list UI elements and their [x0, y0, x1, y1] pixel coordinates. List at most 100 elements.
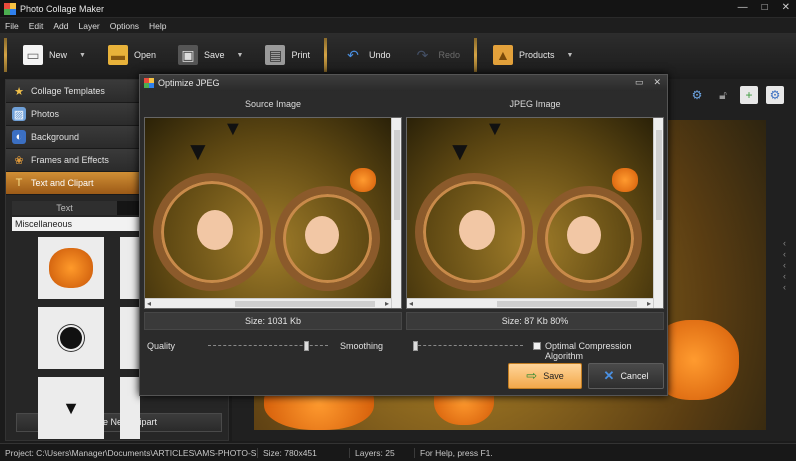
- cancel-x-icon: ✕: [603, 368, 615, 383]
- redo-button[interactable]: ↷ Redo: [400, 33, 470, 77]
- menu-add[interactable]: Add: [53, 21, 68, 31]
- floppy-disk-icon: ▣: [177, 45, 198, 65]
- chevron-down-icon[interactable]: ▼: [237, 52, 244, 59]
- close-button[interactable]: ✕: [782, 2, 790, 13]
- clipart-item[interactable]: [120, 377, 140, 439]
- bat-icon: ▼: [185, 136, 211, 166]
- smoothing-label: Smoothing: [340, 341, 384, 351]
- clipart-item[interactable]: [120, 237, 140, 299]
- smoothing-slider-thumb[interactable]: [413, 341, 418, 351]
- status-bar: Project: C:\Users\Manager\Documents\ARTI…: [0, 443, 796, 461]
- jpeg-photo: ▼ ▼: [407, 118, 653, 298]
- cancel-button[interactable]: ✕ Cancel: [588, 363, 664, 389]
- clipart-item[interactable]: [120, 307, 140, 369]
- menu-help[interactable]: Help: [149, 21, 166, 31]
- new-button[interactable]: ▭ New ▼: [11, 33, 96, 77]
- new-document-icon: ▭: [23, 45, 43, 65]
- save-button[interactable]: ⇨ Save: [508, 363, 582, 389]
- menu-edit[interactable]: Edit: [29, 21, 44, 31]
- quality-label: Quality: [147, 341, 176, 351]
- source-vscroll[interactable]: [391, 118, 401, 308]
- minimize-button[interactable]: —: [738, 2, 748, 13]
- quality-slider-thumb[interactable]: [304, 341, 309, 351]
- source-photo: ▼ ▼: [145, 118, 391, 298]
- app-logo-icon: [144, 78, 154, 88]
- status-help: For Help, press F1.: [420, 447, 493, 458]
- clipart-spider[interactable]: [38, 307, 104, 369]
- redo-label: Redo: [438, 50, 460, 60]
- menu-file[interactable]: File: [5, 21, 19, 31]
- undo-arrow-icon: ↶: [347, 46, 359, 63]
- jpeg-hscroll[interactable]: ◂ ▸: [407, 298, 653, 308]
- dialog-maximize-icon[interactable]: ▭: [635, 77, 644, 88]
- products-label: Products: [518, 50, 555, 60]
- new-label: New: [49, 50, 68, 60]
- lock-icon[interactable]: 🔓︎: [714, 86, 732, 104]
- text-clipart-icon: T: [15, 177, 23, 189]
- sidebar-item-label: Text and Clipart: [31, 178, 94, 188]
- add-page-icon[interactable]: +: [740, 86, 758, 104]
- settings-gear-icon[interactable]: ⚙: [688, 86, 706, 104]
- tab-text[interactable]: Text: [12, 201, 117, 215]
- chevron-down-icon[interactable]: ▼: [567, 52, 574, 59]
- dialog-title-bar: Optimize JPEG: [140, 75, 667, 91]
- bat-icon: ▼: [223, 118, 243, 140]
- jpeg-image-preview[interactable]: ▼ ▼ ◂ ▸: [406, 117, 664, 309]
- jpeg-vscroll[interactable]: [653, 118, 663, 308]
- save-toolbar-label: Save: [203, 50, 225, 60]
- child-face: [567, 216, 601, 254]
- child-face: [459, 210, 495, 250]
- toolbar-separator: [4, 38, 7, 72]
- optimize-jpeg-dialog: Optimize JPEG ▭ ✕ Source Image JPEG Imag…: [139, 74, 668, 396]
- menu-options[interactable]: Options: [110, 21, 139, 31]
- frames-icon: ❀: [14, 154, 24, 167]
- save-button-label: Save: [543, 371, 564, 381]
- sidebar-item-label: Frames and Effects: [31, 155, 109, 165]
- bat-icon: ▼: [485, 118, 505, 140]
- photos-icon: ▨: [12, 107, 26, 121]
- print-label: Print: [291, 50, 310, 60]
- source-image-preview[interactable]: ▼ ▼ ◂ ▸: [144, 117, 402, 309]
- options-row: Quality Smoothing Optimal Compression Al…: [140, 340, 669, 361]
- toolbar-separator: [473, 38, 477, 72]
- sidebar-item-label: Photos: [31, 109, 60, 119]
- source-size-readout: Size: 1031 Kb: [144, 312, 402, 330]
- app-logo-icon: [4, 2, 16, 15]
- app-title: Photo Collage Maker: [20, 3, 105, 14]
- optimal-compression-checkbox[interactable]: [533, 342, 541, 350]
- source-hscroll[interactable]: ◂ ▸: [145, 298, 391, 308]
- maximize-button[interactable]: □: [762, 2, 768, 13]
- folder-icon: ▬: [107, 45, 128, 65]
- jpeg-size-readout: Size: 87 Kb 80%: [406, 312, 664, 330]
- page-settings-icon[interactable]: ⚙: [766, 86, 784, 104]
- printer-icon: ▤: [265, 45, 286, 65]
- undo-button[interactable]: ↶ Undo: [331, 33, 401, 77]
- pumpkin-icon: [350, 168, 376, 192]
- dialog-close-icon[interactable]: ✕: [653, 77, 661, 88]
- optimal-compression-label: Optimal Compression Algorithm: [545, 341, 632, 361]
- workspace-tools: ⚙ 🔓︎ + ⚙: [688, 86, 784, 104]
- smoothing-slider[interactable]: [413, 341, 523, 351]
- clipart-bat[interactable]: ▼: [38, 377, 104, 439]
- products-shirt-icon: ▲: [492, 45, 513, 65]
- menu-layer[interactable]: Layer: [78, 21, 99, 31]
- quality-slider[interactable]: [208, 341, 328, 351]
- menu-bar: File Edit Add Layer Options Help: [0, 18, 796, 33]
- open-button[interactable]: ▬ Open: [96, 33, 166, 77]
- print-button[interactable]: ▤ Print: [253, 33, 320, 77]
- open-label: Open: [133, 50, 156, 60]
- save-toolbar-button[interactable]: ▣ Save ▼: [166, 33, 253, 77]
- sidebar-item-label: Background: [31, 132, 80, 142]
- chevron-down-icon[interactable]: ▼: [79, 52, 86, 59]
- main-toolbar: ▭ New ▼ ▬ Open ▣ Save ▼ ▤ Print ↶ Undo ↷…: [0, 33, 796, 77]
- child-face: [305, 216, 339, 254]
- scroll-arrows[interactable]: ‹ ‹ ‹ ‹ ‹: [783, 238, 786, 293]
- toolbar-separator: [323, 38, 327, 72]
- pumpkin-icon: [612, 168, 638, 192]
- sidebar-item-label: Collage Templates: [31, 86, 105, 96]
- redo-arrow-icon: ↷: [416, 46, 429, 63]
- jpeg-image-label: JPEG Image: [509, 99, 561, 109]
- status-size: Size: 780x451: [258, 447, 350, 458]
- products-button[interactable]: ▲ Products ▼: [481, 33, 583, 77]
- clipart-pumpkin[interactable]: [38, 237, 104, 299]
